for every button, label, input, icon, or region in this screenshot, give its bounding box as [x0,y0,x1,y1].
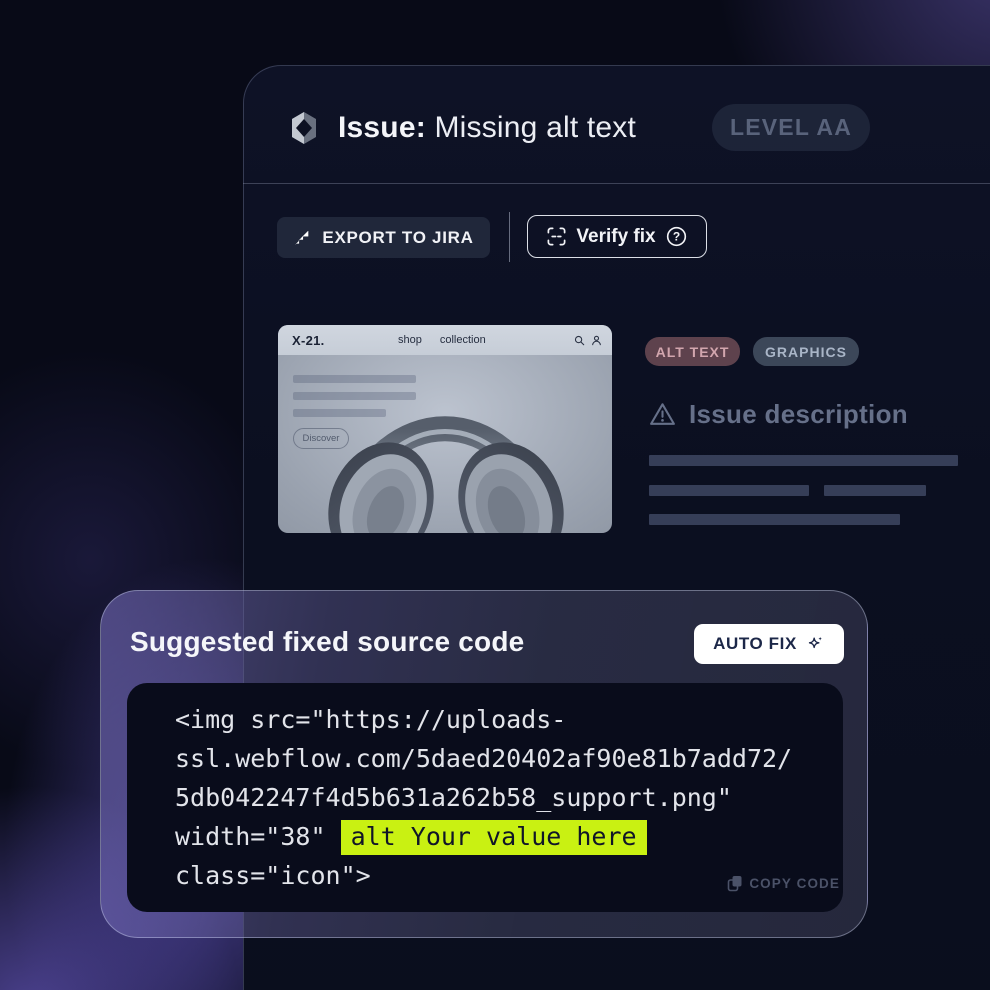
copy-code-label: COPY CODE [749,876,840,891]
preview-logo: X-21. [292,333,325,348]
search-icon [574,335,585,346]
copy-icon [727,875,743,892]
code-line: 5db042247f4d5b631a262b58_support.png" [175,778,809,817]
user-icon [591,335,602,346]
scan-icon [546,226,567,247]
copy-code-button[interactable]: COPY CODE [727,875,840,892]
warning-icon [649,401,676,428]
site-preview-thumbnail: X-21. shop collection Discover [278,325,612,533]
preview-skeleton-bar [293,409,386,417]
skeleton-bar [649,514,900,525]
tag-graphics: GRAPHICS [753,337,859,366]
header-divider [243,183,990,184]
export-button-label: EXPORT TO JIRA [322,228,473,248]
code-line: width="38" alt Your value here [175,817,809,856]
skeleton-bar [824,485,926,496]
suggested-fix-title: Suggested fixed source code [130,626,524,658]
screenshot-stage: Issue: Missing alt text LEVEL AA EXPORT … [0,0,990,990]
sparkle-icon [805,634,825,654]
issue-title-prefix: Issue: [338,111,426,144]
svg-text:?: ? [672,230,679,244]
preview-discover-button: Discover [293,428,349,449]
issue-description-heading: Issue description [649,399,908,430]
auto-fix-label: AUTO FIX [713,634,797,654]
export-to-jira-button[interactable]: EXPORT TO JIRA [277,217,490,258]
code-line: ssl.webflow.com/5daed20402af90e81b7add72… [175,739,809,778]
issue-header: Issue: Missing alt text [285,104,636,152]
alt-value-highlight: alt Your value here [341,820,647,855]
auto-fix-button[interactable]: AUTO FIX [694,624,844,664]
preview-skeleton-bar [293,375,416,383]
tag-alt-text: ALT TEXT [645,337,740,366]
help-icon[interactable]: ? [665,225,688,248]
preview-skeleton-bar [293,392,416,400]
preview-nav-shop: shop [398,334,422,346]
toolbar-divider [509,212,510,262]
gem-logo-icon [285,109,323,147]
verify-button-label: Verify fix [576,226,655,248]
code-line: <img src="https://uploads- [175,700,809,739]
page-title: Issue: Missing alt text [338,111,636,145]
verify-fix-button[interactable]: Verify fix ? [527,215,707,258]
level-aa-badge: LEVEL AA [712,104,870,151]
code-line4-prefix: width="38" [175,822,341,851]
preview-nav: shop collection [398,325,486,355]
skeleton-bar [649,485,809,496]
preview-navbar: X-21. shop collection [278,325,612,355]
issue-title-text: Missing alt text [426,111,636,144]
preview-nav-collection: collection [440,334,486,346]
code-line: class="icon"> [175,856,809,895]
skeleton-bar [649,455,958,466]
issue-description-label: Issue description [689,399,908,430]
jira-icon [293,228,312,247]
